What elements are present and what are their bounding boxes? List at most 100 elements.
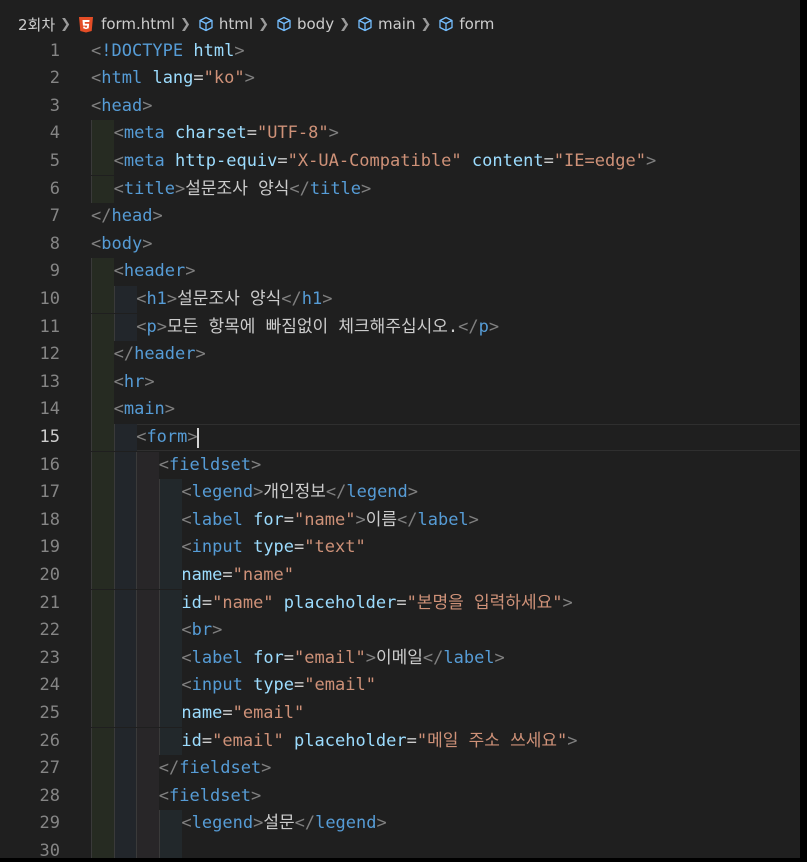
line-number: 15 <box>39 426 60 447</box>
breadcrumb-folder-label: 2회차 <box>18 15 56 34</box>
line-number: 17 <box>39 482 60 503</box>
code-text: <legend>설문</legend> <box>181 813 387 834</box>
breadcrumb-file[interactable]: form.html <box>78 15 175 33</box>
chevron-right-icon: ❯ <box>60 16 72 32</box>
code-line[interactable]: 19 <input type="text" <box>0 534 800 562</box>
code-text: <label for="email">이메일</label> <box>181 647 505 668</box>
code-text: <title>설문조사 양식</title> <box>113 178 372 199</box>
line-number: 26 <box>39 730 60 751</box>
code-text: <main> <box>113 399 176 420</box>
code-line[interactable]: 17 <legend>개인정보</legend> <box>0 479 800 507</box>
code-line[interactable]: 14 <main> <box>0 396 800 424</box>
cube-symbol-icon <box>199 16 213 32</box>
cube-symbol-icon <box>439 16 454 32</box>
line-number: 24 <box>39 675 60 696</box>
code-text: name="name" <box>181 564 295 585</box>
line-number: 6 <box>49 178 60 199</box>
code-line[interactable]: 3 <head> <box>0 93 800 121</box>
code-line[interactable]: 28 <fieldset> <box>0 783 800 811</box>
code-line[interactable]: 25 name="email" <box>0 700 800 728</box>
line-number: 10 <box>39 288 60 309</box>
line-number: 3 <box>49 95 60 116</box>
line-number: 11 <box>39 316 60 337</box>
code-line[interactable]: 2 <html lang="ko"> <box>0 65 800 93</box>
code-line[interactable]: 1 <!DOCTYPE html> <box>0 38 800 66</box>
line-number: 5 <box>49 150 60 171</box>
chevron-right-icon: ❯ <box>179 16 191 32</box>
code-text: name="email" <box>181 702 305 723</box>
line-number: 14 <box>39 399 60 420</box>
code-text: <form> <box>136 426 198 447</box>
breadcrumb-item-body[interactable]: body <box>276 15 334 33</box>
code-text: <input type="email" <box>181 675 376 696</box>
line-number: 19 <box>39 537 60 558</box>
code-text: <p>모든 항목에 빠짐없이 체크해주십시오.</p> <box>136 316 500 337</box>
line-number: 27 <box>39 758 60 779</box>
code-line[interactable]: 6 <title>설문조사 양식</title> <box>0 176 800 204</box>
code-line[interactable]: 29 <legend>설문</legend> <box>0 810 800 838</box>
line-number: 25 <box>39 702 60 723</box>
code-line[interactable]: 24 <input type="email" <box>0 672 800 700</box>
line-number: 28 <box>39 785 60 806</box>
line-number: 20 <box>39 564 60 585</box>
code-line[interactable]: 5 <meta http-equiv="X-UA-Compatible" cont… <box>0 148 800 176</box>
code-text: <meta http-equiv="X-UA-Compatible" conte… <box>113 150 657 171</box>
code-line[interactable]: 23 <label for="email">이메일</label> <box>0 645 800 673</box>
line-number: 7 <box>49 206 60 227</box>
code-area[interactable]: 1 <!DOCTYPE html> 2 <html lang="ko"> 3 <head>… <box>0 37 800 858</box>
code-line[interactable]: 26 id="email" placeholder="메일 주소 쓰세요"> <box>0 728 800 756</box>
code-line[interactable]: 22 <br> <box>0 617 800 645</box>
breadcrumb-item-label: main <box>377 15 416 33</box>
line-number: 29 <box>39 813 60 834</box>
code-line[interactable]: 13 <hr> <box>0 369 800 397</box>
html5-file-icon <box>79 16 94 32</box>
code-text: id="email" placeholder="메일 주소 쓰세요"> <box>181 730 578 751</box>
line-number: 22 <box>39 620 60 641</box>
line-number: 12 <box>39 344 60 365</box>
code-line[interactable]: 18 <label for="name">이름</label> <box>0 507 800 535</box>
code-line[interactable]: 16 <fieldset> <box>0 452 800 480</box>
code-text: <body> <box>91 233 153 254</box>
breadcrumb-folder[interactable]: 2회차 <box>18 14 55 35</box>
chevron-right-icon: ❯ <box>339 16 350 32</box>
code-line[interactable]: 15 <form> <box>0 424 800 452</box>
code-line[interactable]: 11 <p>모든 항목에 빠짐없이 체크해주십시오.</p> <box>0 314 800 342</box>
code-text: <fieldset> <box>158 454 262 475</box>
code-line[interactable]: 10 <h1>설문조사 양식</h1> <box>0 286 800 314</box>
line-number: 18 <box>39 509 60 530</box>
code-line[interactable]: 12 </header> <box>0 341 800 369</box>
chevron-right-icon: ❯ <box>258 16 269 32</box>
breadcrumb-item-label: html <box>218 15 254 33</box>
line-number: 13 <box>39 371 60 392</box>
window-frame <box>800 0 807 862</box>
code-line[interactable]: 20 name="name" <box>0 562 800 590</box>
code-line[interactable]: 21 id="name" placeholder="본명을 입력하세요"> <box>0 590 800 618</box>
code-line[interactable]: 4 <meta charset="UTF-8"> <box>0 120 800 148</box>
code-text: <h1>설문조사 양식</h1> <box>136 288 333 309</box>
code-line[interactable]: 30 <box>0 838 800 858</box>
text-caret <box>197 427 199 448</box>
breadcrumb-item-form[interactable]: form <box>438 15 494 33</box>
breadcrumb-item-label: form <box>459 15 495 33</box>
line-number: 1 <box>49 40 60 61</box>
breadcrumb-item-main[interactable]: main <box>357 15 415 33</box>
line-number: 2 <box>49 68 60 89</box>
breadcrumb-item-html[interactable]: html <box>198 15 253 33</box>
code-text: <meta charset="UTF-8"> <box>113 123 339 144</box>
cube-symbol-icon <box>277 16 291 32</box>
code-text: </head> <box>91 206 163 227</box>
code-text: <label for="name">이름</label> <box>181 509 479 530</box>
code-text: <!DOCTYPE html> <box>91 40 245 61</box>
code-text: id="name" placeholder="본명을 입력하세요"> <box>181 592 573 613</box>
code-text: </fieldset> <box>158 758 272 779</box>
code-editor[interactable]: 2회차 ❯ form.html ❯ html ❯ body ❯ main ❯ form 1 <!… <box>0 0 800 858</box>
code-line[interactable]: 8 <body> <box>0 231 800 259</box>
code-line[interactable]: 27 </fieldset> <box>0 755 800 783</box>
line-number: 4 <box>49 123 60 144</box>
code-line[interactable]: 9 <header> <box>0 258 800 286</box>
code-text: <input type="text" <box>181 537 366 558</box>
breadcrumb: 2회차 ❯ form.html ❯ html ❯ body ❯ main ❯ form <box>0 10 800 38</box>
chevron-right-icon: ❯ <box>420 16 432 32</box>
code-line[interactable]: 7 </head> <box>0 203 800 231</box>
code-text: <header> <box>113 261 196 282</box>
